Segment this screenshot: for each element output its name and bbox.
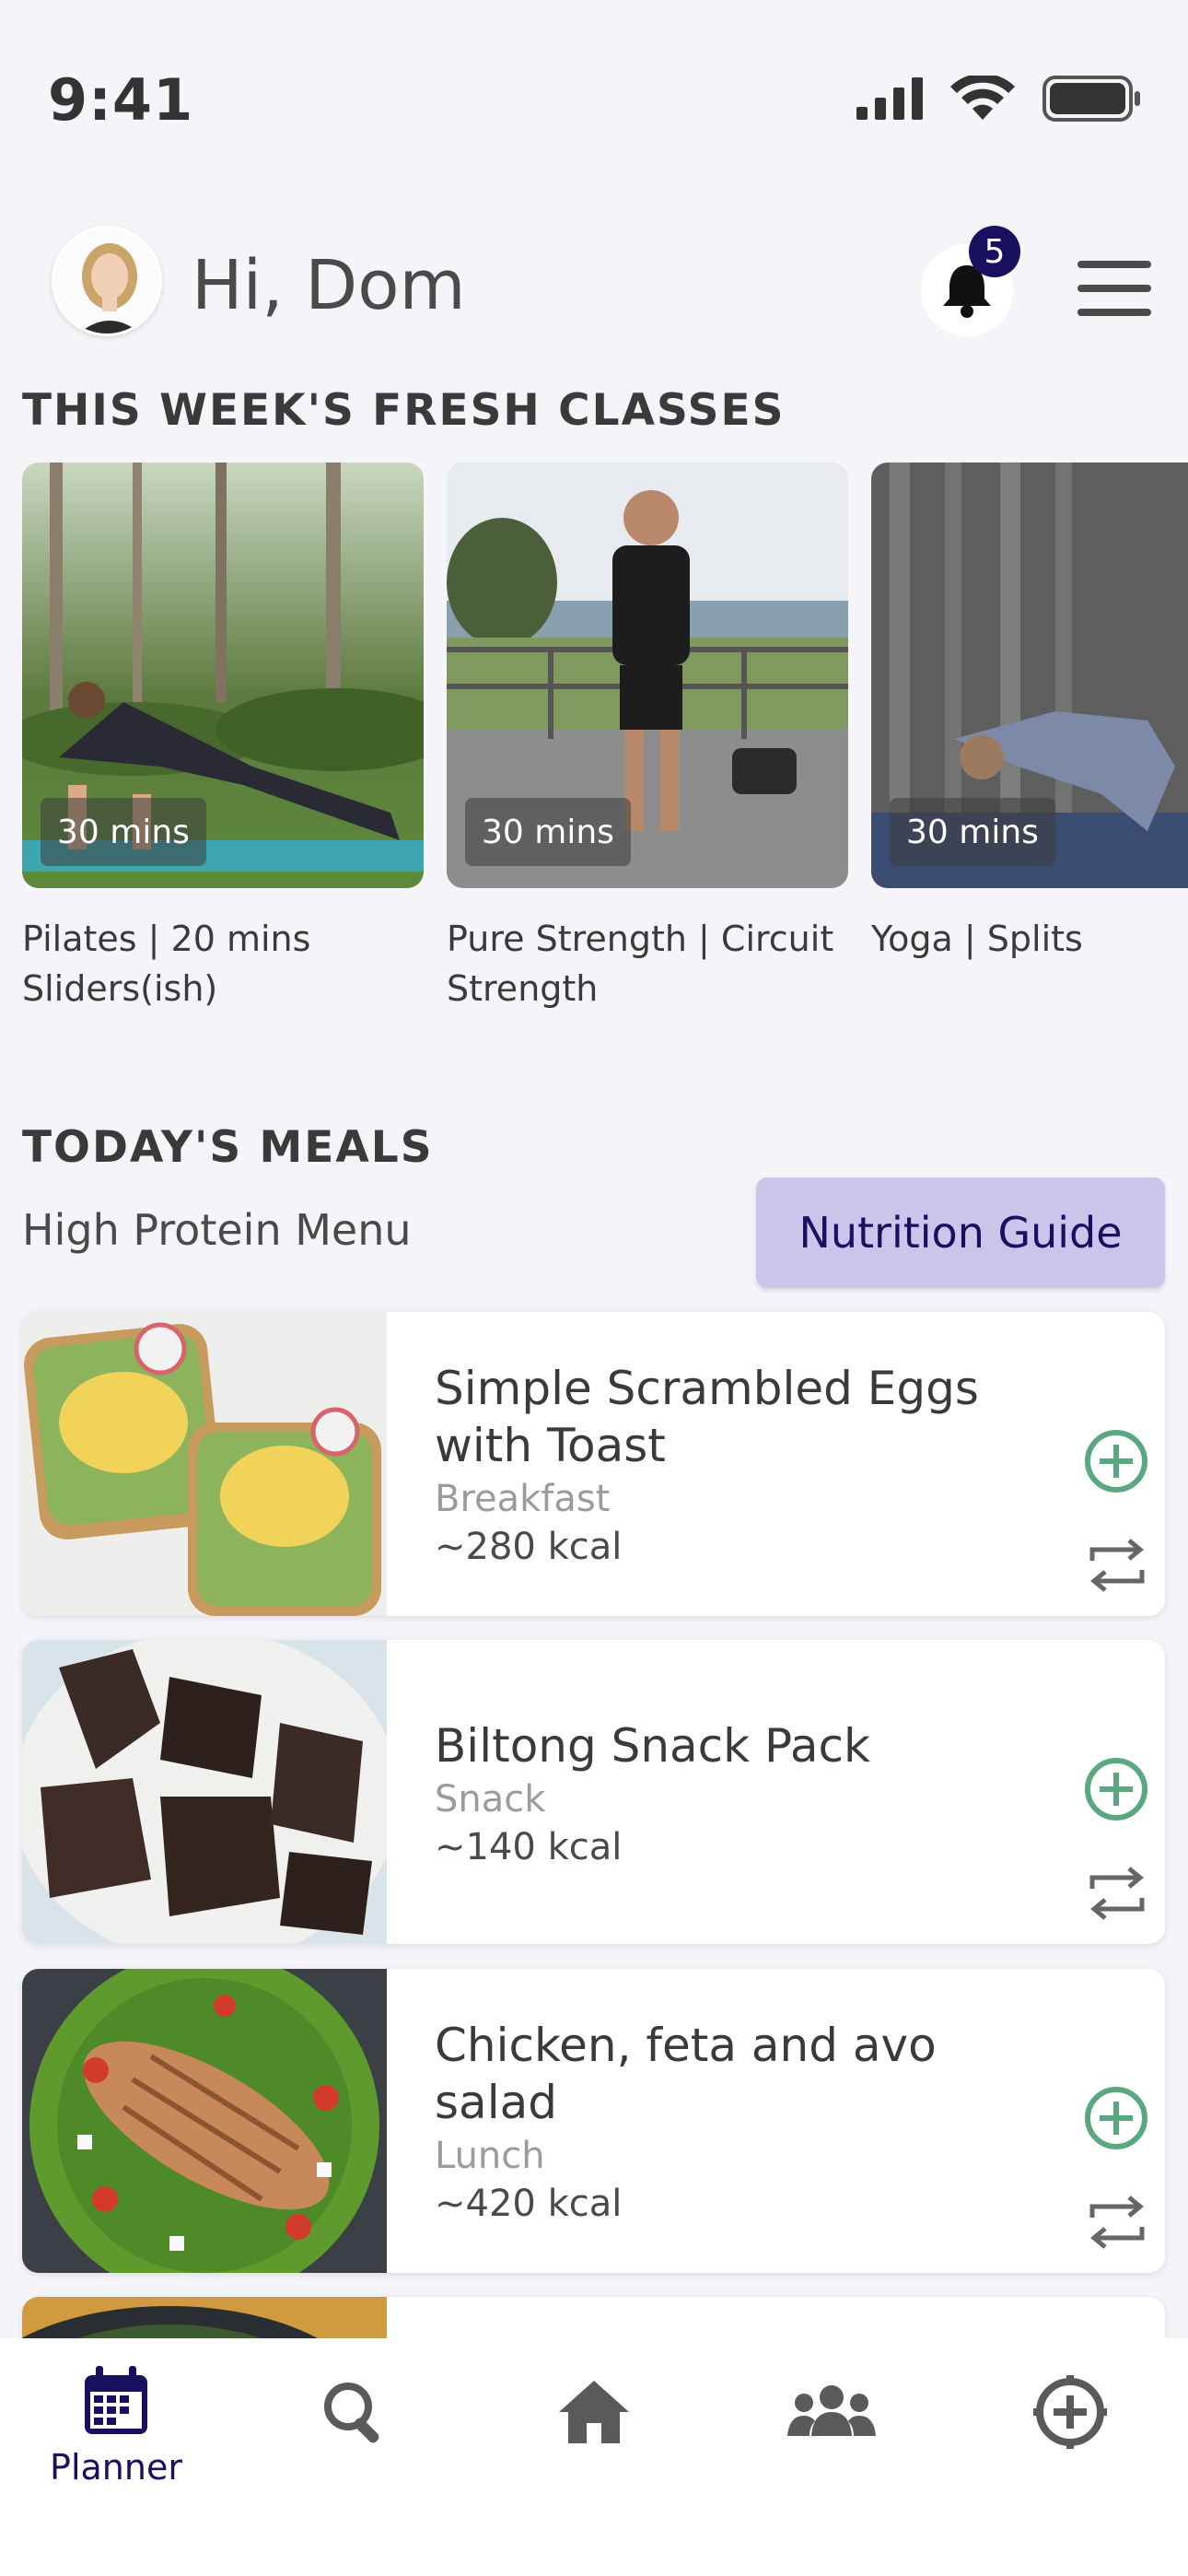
search-icon <box>324 2383 379 2443</box>
class-title: Yoga | Splits <box>871 919 1083 959</box>
meal-calories: ~280 kcal <box>435 1526 623 1568</box>
meal-image <box>22 1640 387 1944</box>
nav-label: Planner <box>50 2447 182 2488</box>
notification-badge: 5 <box>969 226 1020 277</box>
calendar-icon <box>85 2366 147 2434</box>
class-title: Pilates | 20 mins Sliders(ish) <box>22 919 311 1009</box>
add-meal-icon[interactable] <box>1083 1428 1149 1494</box>
nav-item-planner[interactable]: Planner <box>24 2366 208 2488</box>
meal-card-breakfast[interactable]: Simple Scrambled Eggs with Toast Breakfa… <box>22 1312 1165 1616</box>
add-circle-icon <box>1033 2375 1107 2449</box>
swap-meal-icon[interactable] <box>1085 1533 1149 1598</box>
nutrition-guide-button[interactable]: Nutrition Guide <box>756 1177 1165 1288</box>
meal-calories: ~420 kcal <box>435 2183 623 2225</box>
meal-calories: ~140 kcal <box>435 1826 623 1868</box>
class-title: Pure Strength | Circuit Strength <box>447 919 834 1009</box>
nav-item-add[interactable] <box>978 2375 1162 2449</box>
class-duration: 30 mins <box>465 798 631 866</box>
home-icon <box>559 2381 629 2443</box>
class-thumbnail: 30 mins <box>22 463 424 888</box>
class-duration: 30 mins <box>41 798 206 866</box>
add-meal-icon[interactable] <box>1083 2085 1149 2151</box>
screen: 9:41 Hi, Dom 5 THIS WEEK'S FRESH CLASSES… <box>0 0 1188 2576</box>
class-card-yoga[interactable]: 30 mins Yoga | Splits <box>871 463 1188 964</box>
meal-card-lunch[interactable]: Chicken, feta and avo salad Lunch ~420 k… <box>22 1969 1165 2273</box>
nav-item-home[interactable] <box>502 2379 686 2445</box>
meal-type: Snack <box>435 1778 546 1821</box>
status-bar: 9:41 <box>0 0 1188 184</box>
meal-name: Chicken, feta and avo salad <box>435 2019 937 2129</box>
cellular-signal-icon <box>856 77 923 120</box>
status-time: 9:41 <box>48 66 194 134</box>
swap-meal-icon[interactable] <box>1085 2190 1149 2254</box>
meal-type: Breakfast <box>435 1478 611 1520</box>
classes-section-title: THIS WEEK'S FRESH CLASSES <box>22 385 786 436</box>
class-thumbnail: 30 mins <box>871 463 1188 888</box>
meal-image <box>22 1312 387 1616</box>
meal-type: Lunch <box>435 2135 545 2177</box>
meal-name: Biltong Snack Pack <box>435 1719 870 1773</box>
wifi-icon <box>950 76 1015 120</box>
class-card-pure-strength[interactable]: 30 mins Pure Strength | Circuit Strength <box>447 463 848 1013</box>
meals-section-title: TODAY'S MEALS <box>22 1122 434 1173</box>
add-meal-icon[interactable] <box>1083 1756 1149 1822</box>
meal-info: Chicken, feta and avo salad Lunch ~420 k… <box>435 2017 1006 2225</box>
meal-info: Simple Scrambled Eggs with Toast Breakfa… <box>435 1360 1006 1568</box>
meal-info: Biltong Snack Pack Snack ~140 kcal <box>435 1717 1006 1868</box>
menu-name: High Protein Menu <box>22 1205 412 1255</box>
nav-item-search[interactable] <box>262 2379 446 2445</box>
avatar[interactable] <box>52 226 162 336</box>
battery-icon <box>1042 76 1140 122</box>
bottom-nav: Planner <box>0 2338 1188 2576</box>
class-duration: 30 mins <box>890 798 1055 866</box>
meal-name: Simple Scrambled Eggs with Toast <box>435 1362 979 1472</box>
hamburger-menu-icon[interactable] <box>1077 261 1155 316</box>
status-icons <box>856 76 1142 122</box>
class-card-pilates[interactable]: 30 mins Pilates | 20 mins Sliders(ish) <box>22 463 424 1013</box>
greeting: Hi, Dom <box>192 246 466 325</box>
community-icon <box>787 2385 876 2436</box>
nav-item-community[interactable] <box>740 2384 924 2436</box>
meal-card-snack[interactable]: Biltong Snack Pack Snack ~140 kcal <box>22 1640 1165 1944</box>
meal-image <box>22 1969 387 2273</box>
class-thumbnail: 30 mins <box>447 463 848 888</box>
swap-meal-icon[interactable] <box>1085 1861 1149 1926</box>
